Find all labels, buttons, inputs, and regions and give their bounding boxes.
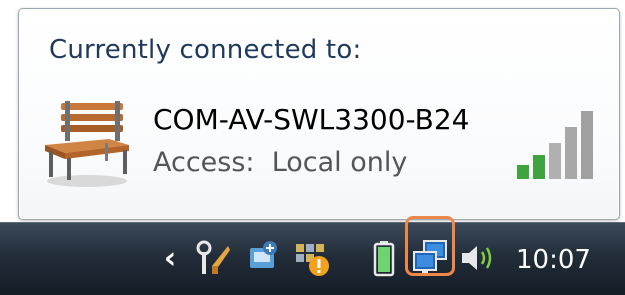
access-value: Local only: [271, 147, 408, 178]
network-icon-highlight: [405, 216, 455, 276]
taskbar: ‹ 10:07: [0, 222, 625, 295]
tools-icon: [196, 240, 230, 274]
access-label: Access:: [153, 147, 255, 178]
connected-network-item[interactable]: COM-AV-SWL3300-B24 Access: Local only: [39, 89, 599, 199]
network-access-status: Access: Local only: [153, 147, 407, 178]
tray-security-button[interactable]: [290, 233, 334, 283]
speaker-icon: [462, 246, 492, 270]
screenshot: Currently connected to: COM-AV-SWL3300-B…: [0, 0, 625, 295]
security-warning-icon: [296, 244, 329, 276]
signal-strength-icon: [517, 111, 593, 179]
battery-icon: [373, 241, 395, 277]
tray-tools-button[interactable]: [190, 233, 234, 283]
tray-network-share-button[interactable]: [240, 233, 284, 283]
show-hidden-icons-button[interactable]: ‹: [148, 233, 192, 283]
network-name: COM-AV-SWL3300-B24: [153, 103, 470, 136]
network-status-popup: Currently connected to: COM-AV-SWL3300-B…: [18, 8, 620, 220]
tray-volume-button[interactable]: [456, 233, 500, 283]
clock[interactable]: 10:07: [516, 245, 591, 275]
chevron-left-icon: ‹: [163, 240, 177, 276]
popup-title: Currently connected to:: [49, 35, 362, 65]
tray-battery-button[interactable]: [362, 233, 406, 283]
network-share-icon: [250, 241, 277, 268]
bench-icon: [45, 101, 129, 187]
